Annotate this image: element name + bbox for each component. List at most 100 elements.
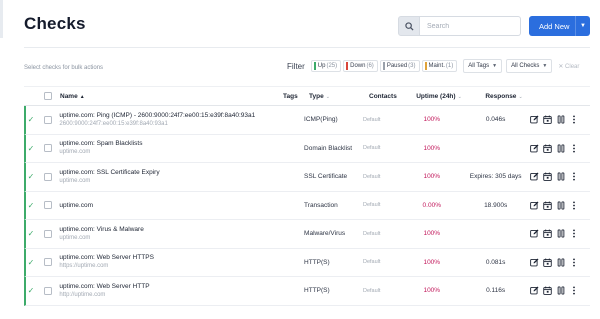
pause-button[interactable]: [556, 229, 565, 239]
schedule-maintenance-button[interactable]: [543, 257, 552, 267]
add-new-button[interactable]: Add New ▼: [529, 16, 590, 36]
pause-button[interactable]: [556, 257, 565, 267]
table-row[interactable]: ✓ uptime.com: Web Server HTTP http://upt…: [24, 277, 590, 306]
uptime-value[interactable]: 100%: [402, 145, 461, 152]
check-name-link[interactable]: uptime.com: Spam Blacklists: [59, 139, 278, 148]
row-checkbox[interactable]: [43, 286, 52, 295]
contacts-value[interactable]: Default: [363, 288, 402, 294]
check-target: uptime.com: [59, 234, 91, 241]
search-bar: [398, 16, 521, 36]
check-name-link[interactable]: uptime.com: SSL Certificate Expiry: [59, 168, 278, 177]
edit-button[interactable]: [530, 257, 539, 267]
row-checkbox[interactable]: [43, 115, 52, 124]
uptime-value[interactable]: 100%: [402, 173, 461, 180]
dropdown-label: All Tags: [468, 63, 490, 69]
more-options-button[interactable]: [569, 200, 578, 210]
table-row[interactable]: ✓ uptime.com: Virus & Malware uptime.com…: [24, 220, 590, 249]
response-value: Expires: 305 days: [469, 173, 522, 181]
uptime-value[interactable]: 100%: [402, 287, 461, 294]
contacts-value[interactable]: Default: [363, 259, 402, 265]
schedule-maintenance-button[interactable]: [543, 115, 552, 125]
contacts-value[interactable]: Default: [363, 231, 402, 237]
schedule-maintenance-button[interactable]: [543, 172, 552, 182]
edit-button[interactable]: [530, 229, 539, 239]
check-type: HTTP(S): [304, 258, 330, 266]
table-row[interactable]: ✓ uptime.com: Ping (ICMP) - 2600:9000:24…: [24, 106, 590, 135]
schedule-maintenance-button[interactable]: [543, 200, 552, 210]
filter-chip-paused[interactable]: Paused (3): [379, 60, 420, 72]
status-color-bar: [313, 62, 316, 70]
check-name-link[interactable]: uptime.com: Virus & Malware: [59, 225, 278, 234]
clear-filters-link[interactable]: ✕ Clear: [558, 63, 579, 70]
edit-button[interactable]: [530, 115, 539, 125]
table-row[interactable]: ✓ uptime.com: Web Server HTTPS https://u…: [24, 248, 590, 277]
check-name-link[interactable]: uptime.com: Ping (ICMP) - 2600:9000:24f7…: [59, 111, 278, 120]
edit-button[interactable]: [530, 143, 539, 153]
contacts-value[interactable]: Default: [363, 117, 402, 123]
row-checkbox[interactable]: [43, 229, 52, 238]
add-new-dropdown-toggle[interactable]: ▼: [575, 16, 590, 36]
check-name-cell: uptime.com: Virus & Malware uptime.com: [59, 225, 278, 243]
row-checkbox[interactable]: [43, 201, 52, 210]
chip-label: Paused: [386, 63, 408, 69]
contacts-value[interactable]: Default: [363, 174, 402, 180]
row-checkbox[interactable]: [43, 172, 52, 181]
check-name-cell: uptime.com: Web Server HTTPS https://upt…: [59, 253, 278, 271]
pause-icon: [557, 258, 564, 267]
row-checkbox[interactable]: [43, 144, 52, 153]
table-row[interactable]: ✓ uptime.com: Spam Blacklists uptime.com…: [24, 134, 590, 163]
check-name-link[interactable]: uptime.com: Web Server HTTP: [59, 282, 278, 291]
table-body: ✓ uptime.com: Ping (ICMP) - 2600:9000:24…: [24, 106, 590, 306]
type-column-header[interactable]: Type ⌄: [309, 93, 369, 100]
all-checks-dropdown[interactable]: All Checks ▼: [506, 59, 553, 73]
select-all-checkbox[interactable]: [44, 92, 52, 100]
pause-button[interactable]: [556, 200, 565, 210]
check-type: HTTP(S): [304, 287, 330, 295]
table-row[interactable]: ✓ uptime.com: SSL Certificate Expiry upt…: [24, 163, 590, 192]
more-options-button[interactable]: [569, 286, 578, 296]
contacts-value[interactable]: Default: [363, 145, 402, 151]
filter-chip-maintenance[interactable]: Maint. (1): [421, 60, 458, 72]
filter-chip-down[interactable]: Down (6): [343, 60, 378, 72]
schedule-maintenance-button[interactable]: [543, 229, 552, 239]
check-name-link[interactable]: uptime.com: [59, 201, 278, 210]
row-checkbox[interactable]: [43, 258, 52, 267]
uptime-value[interactable]: 0.00%: [402, 202, 461, 209]
pause-button[interactable]: [556, 115, 565, 125]
more-options-button[interactable]: [569, 143, 578, 153]
header-label: Uptime (24h): [416, 92, 456, 100]
uptime-value[interactable]: 100%: [402, 259, 461, 266]
pause-button[interactable]: [556, 286, 565, 296]
table-row[interactable]: ✓ uptime.com Transaction Default 0.00% 1…: [24, 191, 590, 220]
search-button[interactable]: [398, 16, 420, 36]
uptime-column-header[interactable]: Uptime (24h) ⌄: [409, 93, 469, 100]
more-options-button[interactable]: [569, 257, 578, 267]
all-tags-dropdown[interactable]: All Tags ▼: [463, 59, 503, 73]
contacts-value[interactable]: Default: [363, 202, 402, 208]
edit-button[interactable]: [530, 172, 539, 182]
schedule-maintenance-button[interactable]: [543, 143, 552, 153]
response-value: 18.900s: [484, 201, 508, 209]
schedule-maintenance-button[interactable]: [543, 286, 552, 296]
response-column-header[interactable]: Response ⌄: [469, 93, 539, 100]
more-options-button[interactable]: [569, 172, 578, 182]
caret-down-icon: ▼: [492, 63, 498, 69]
pause-button[interactable]: [556, 143, 565, 153]
edit-button[interactable]: [530, 200, 539, 210]
filter-chip-up[interactable]: Up (25): [310, 60, 342, 72]
edit-button[interactable]: [530, 286, 539, 296]
search-input[interactable]: [420, 16, 521, 36]
pause-button[interactable]: [556, 172, 565, 182]
check-name-cell: uptime.com: [59, 201, 278, 210]
calendar-icon: [543, 172, 552, 182]
row-actions: [530, 143, 590, 153]
uptime-value[interactable]: 100%: [402, 116, 461, 123]
more-options-button[interactable]: [569, 229, 578, 239]
name-column-header[interactable]: Name ▲: [60, 93, 283, 100]
check-name-link[interactable]: uptime.com: Web Server HTTPS: [59, 253, 278, 262]
uptime-value[interactable]: 100%: [402, 230, 461, 237]
calendar-icon: [543, 115, 552, 125]
row-select-cell: [36, 172, 60, 181]
more-options-button[interactable]: [569, 115, 578, 125]
check-name-cell: uptime.com: Web Server HTTP http://uptim…: [59, 282, 278, 300]
